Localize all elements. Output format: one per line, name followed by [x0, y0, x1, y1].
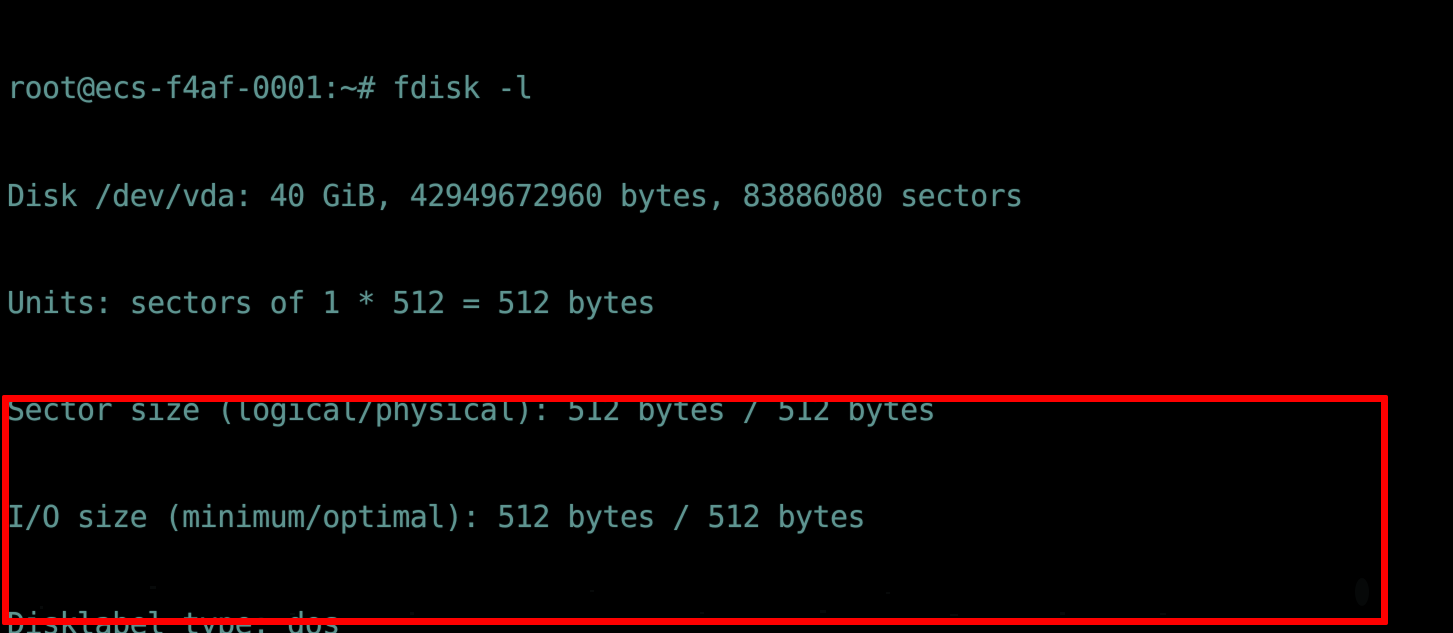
terminal-line: Disklabel type: dos: [7, 606, 340, 633]
terminal-line: root@ecs-f4af-0001:~# fdisk -l: [7, 71, 533, 107]
terminal-line: I/O size (minimum/optimal): 512 bytes / …: [7, 499, 866, 535]
terminal-line: Units: sectors of 1 * 512 = 512 bytes: [7, 285, 655, 321]
terminal-line: Disk /dev/vda: 40 GiB, 42949672960 bytes…: [7, 178, 1023, 214]
terminal-window[interactable]: root@ecs-f4af-0001:~# fdisk -l Disk /dev…: [0, 0, 1453, 633]
terminal-output[interactable]: root@ecs-f4af-0001:~# fdisk -l Disk /dev…: [0, 0, 1453, 633]
terminal-line: Sector size (logical/physical): 512 byte…: [7, 392, 936, 428]
